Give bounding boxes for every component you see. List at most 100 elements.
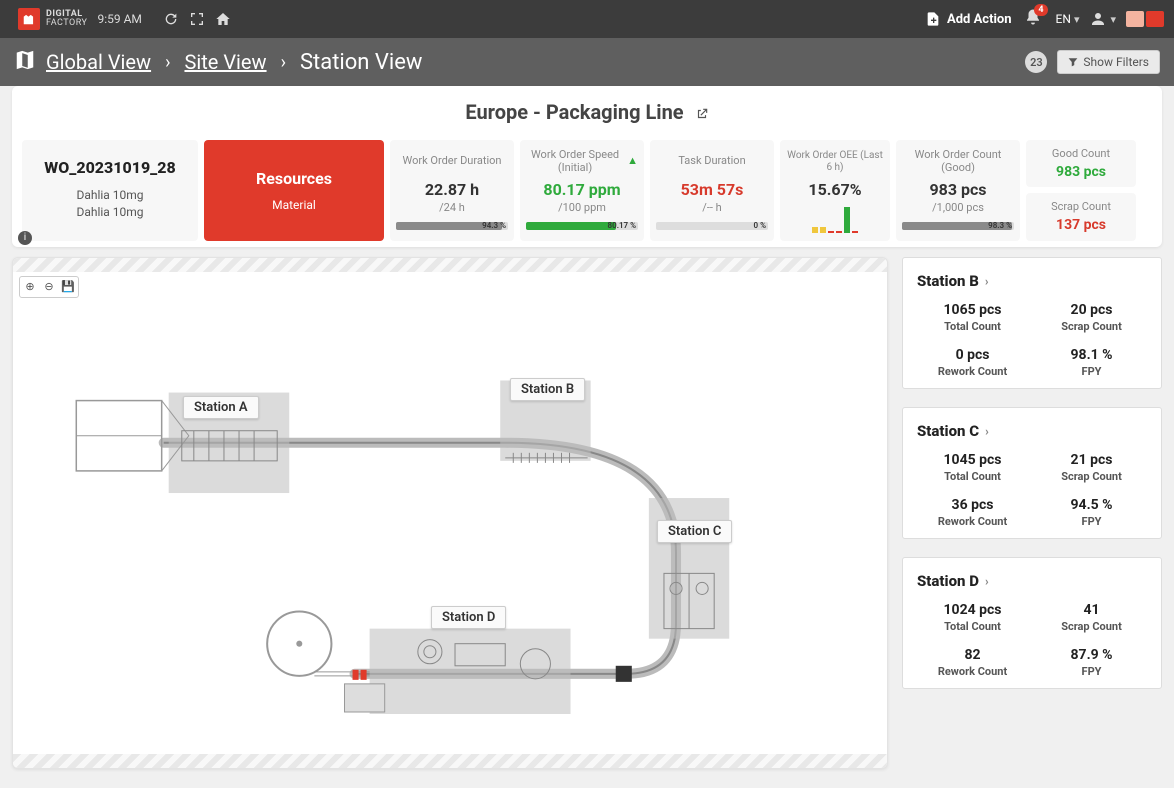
work-order-product-2: Dahlia 10mg bbox=[32, 204, 188, 221]
line-diagram-svg bbox=[13, 272, 887, 769]
diagram-station-a-label[interactable]: Station A bbox=[183, 396, 259, 419]
fpy-value: 87.9 % bbox=[1036, 647, 1147, 663]
home-icon[interactable] bbox=[210, 6, 236, 32]
station-cards-sidebar: Station B ›1065 pcsTotal Count20 pcsScra… bbox=[902, 257, 1162, 769]
scrap-count-label: Scrap Count bbox=[1036, 470, 1147, 483]
refresh-icon[interactable] bbox=[158, 6, 184, 32]
kpi-speed: Work Order Speed (Initial)▲ 80.17 ppm /1… bbox=[520, 140, 644, 241]
station-card-header[interactable]: Station C › bbox=[917, 422, 1147, 440]
diagram-station-b-label[interactable]: Station B bbox=[510, 378, 585, 401]
station-card-header[interactable]: Station D › bbox=[917, 572, 1147, 590]
kpi-good-value: 983 pcs bbox=[902, 180, 1014, 199]
info-icon[interactable]: i bbox=[18, 231, 32, 245]
total-count-label: Total Count bbox=[917, 470, 1028, 483]
kpi-good-count: Work Order Count (Good) 983 pcs /1,000 p… bbox=[896, 140, 1020, 241]
fpy-label: FPY bbox=[1036, 665, 1147, 678]
kpi-duration-bar: 94.3 % bbox=[396, 222, 508, 230]
oee-bar bbox=[828, 231, 834, 233]
chevron-right-icon: › bbox=[985, 574, 989, 588]
status-badge-2[interactable] bbox=[1146, 11, 1164, 27]
kpi-good-bar: 98.3 % bbox=[902, 222, 1014, 230]
kpi-task-bar: 0 % bbox=[656, 222, 768, 230]
kpi-speed-label: Work Order Speed (Initial)▲ bbox=[526, 148, 638, 176]
top-bar: DIGITAL FACTORY 9:59 AM Add Action 4 EN … bbox=[0, 0, 1174, 38]
chevron-right-icon: › bbox=[165, 52, 170, 73]
show-filters-button[interactable]: Show Filters bbox=[1057, 50, 1160, 74]
add-action-button[interactable]: Add Action bbox=[925, 11, 1012, 27]
station-card: Station D ›1024 pcsTotal Count41Scrap Co… bbox=[902, 557, 1162, 689]
language-label: EN bbox=[1056, 12, 1071, 26]
diagram-station-d-label[interactable]: Station D bbox=[431, 606, 506, 629]
kpi-scrap-mini-label: Scrap Count bbox=[1032, 200, 1130, 213]
brand-line2: FACTORY bbox=[46, 19, 87, 28]
breadcrumb-station-view: Station View bbox=[300, 50, 422, 75]
kpi-task-pct: 0 % bbox=[754, 221, 766, 230]
rework-count-value: 36 pcs bbox=[917, 497, 1028, 513]
oee-bar bbox=[812, 227, 818, 233]
chevron-right-icon: › bbox=[985, 274, 989, 288]
kpi-speed-value: 80.17 ppm bbox=[526, 180, 638, 199]
scrap-count-value: 20 pcs bbox=[1036, 302, 1147, 318]
add-action-label: Add Action bbox=[947, 12, 1012, 27]
breadcrumb-site-view[interactable]: Site View bbox=[184, 50, 266, 74]
map-icon[interactable] bbox=[14, 49, 36, 75]
page-title: Europe - Packaging Line bbox=[22, 100, 1152, 126]
status-badge-1[interactable] bbox=[1126, 11, 1144, 27]
oee-bar bbox=[844, 207, 850, 233]
station-card: Station B ›1065 pcsTotal Count20 pcsScra… bbox=[902, 257, 1162, 389]
kpi-good-mini-value: 983 pcs bbox=[1032, 164, 1130, 180]
kpi-good-pct: 98.3 % bbox=[988, 221, 1012, 230]
kpi-duration-sub: /24 h bbox=[396, 201, 508, 214]
kpi-speed-sub: /100 ppm bbox=[526, 201, 638, 214]
oee-bar bbox=[836, 231, 842, 233]
external-link-icon[interactable] bbox=[695, 102, 709, 126]
work-order-id: WO_20231019_28 bbox=[32, 158, 188, 177]
oee-bar bbox=[852, 231, 858, 233]
work-order-product-1: Dahlia 10mg bbox=[32, 187, 188, 204]
fpy-value: 94.5 % bbox=[1036, 497, 1147, 513]
kpi-good-mini: Good Count 983 pcs bbox=[1026, 140, 1136, 188]
kpi-duration-label: Work Order Duration bbox=[396, 148, 508, 176]
filters-label: Show Filters bbox=[1083, 55, 1149, 69]
user-menu[interactable]: ▾ bbox=[1089, 10, 1116, 28]
header-panel: Europe - Packaging Line WO_20231019_28 D… bbox=[12, 86, 1162, 247]
page-title-text: Europe - Packaging Line bbox=[465, 100, 683, 124]
work-order-card: WO_20231019_28 Dahlia 10mg Dahlia 10mg bbox=[22, 140, 198, 241]
kpi-row: WO_20231019_28 Dahlia 10mg Dahlia 10mg R… bbox=[22, 140, 1152, 241]
scrap-count-label: Scrap Count bbox=[1036, 320, 1147, 333]
diagram-station-c-label[interactable]: Station C bbox=[657, 520, 732, 543]
kpi-task-label: Task Duration bbox=[656, 148, 768, 176]
rework-count-value: 0 pcs bbox=[917, 347, 1028, 363]
save-icon[interactable]: 💾 bbox=[59, 278, 77, 296]
kpi-good-mini-label: Good Count bbox=[1032, 147, 1130, 160]
kpi-scrap-mini: Scrap Count 137 pcs bbox=[1026, 193, 1136, 241]
breadcrumb-global-view[interactable]: Global View bbox=[46, 50, 151, 74]
station-card-header[interactable]: Station B › bbox=[917, 272, 1147, 290]
zoom-out-icon[interactable]: ⊖ bbox=[40, 278, 58, 296]
fpy-label: FPY bbox=[1036, 515, 1147, 528]
kpi-scrap-mini-value: 137 pcs bbox=[1032, 217, 1130, 233]
kpi-duration-value: 22.87 h bbox=[396, 180, 508, 199]
notification-badge: 4 bbox=[1034, 4, 1047, 16]
kpi-duration: Work Order Duration 22.87 h /24 h 94.3 % bbox=[390, 140, 514, 241]
language-selector[interactable]: EN ▾ bbox=[1056, 12, 1080, 26]
count-badge[interactable]: 23 bbox=[1025, 51, 1047, 73]
zoom-in-icon[interactable]: ⊕ bbox=[21, 278, 39, 296]
station-card: Station C ›1045 pcsTotal Count21 pcsScra… bbox=[902, 407, 1162, 539]
kpi-speed-pct: 80.17 % bbox=[608, 221, 636, 230]
resources-card[interactable]: Resources Material bbox=[204, 140, 384, 241]
line-diagram-panel: ⊕ ⊖ 💾 bbox=[12, 257, 888, 769]
total-count-label: Total Count bbox=[917, 620, 1028, 633]
fullscreen-icon[interactable] bbox=[184, 6, 210, 32]
resources-title: Resources bbox=[256, 169, 332, 188]
fpy-label: FPY bbox=[1036, 365, 1147, 378]
kpi-good-sub: /1,000 pcs bbox=[902, 201, 1014, 214]
total-count-label: Total Count bbox=[917, 320, 1028, 333]
kpi-oee-chart bbox=[786, 207, 884, 233]
notification-icon[interactable]: 4 bbox=[1024, 8, 1042, 30]
fpy-value: 98.1 % bbox=[1036, 347, 1147, 363]
scrap-count-value: 41 bbox=[1036, 602, 1147, 618]
breadcrumb-bar: Global View › Site View › Station View 2… bbox=[0, 38, 1174, 86]
oee-bar bbox=[820, 227, 826, 233]
diagram-stripe-top bbox=[13, 258, 887, 272]
